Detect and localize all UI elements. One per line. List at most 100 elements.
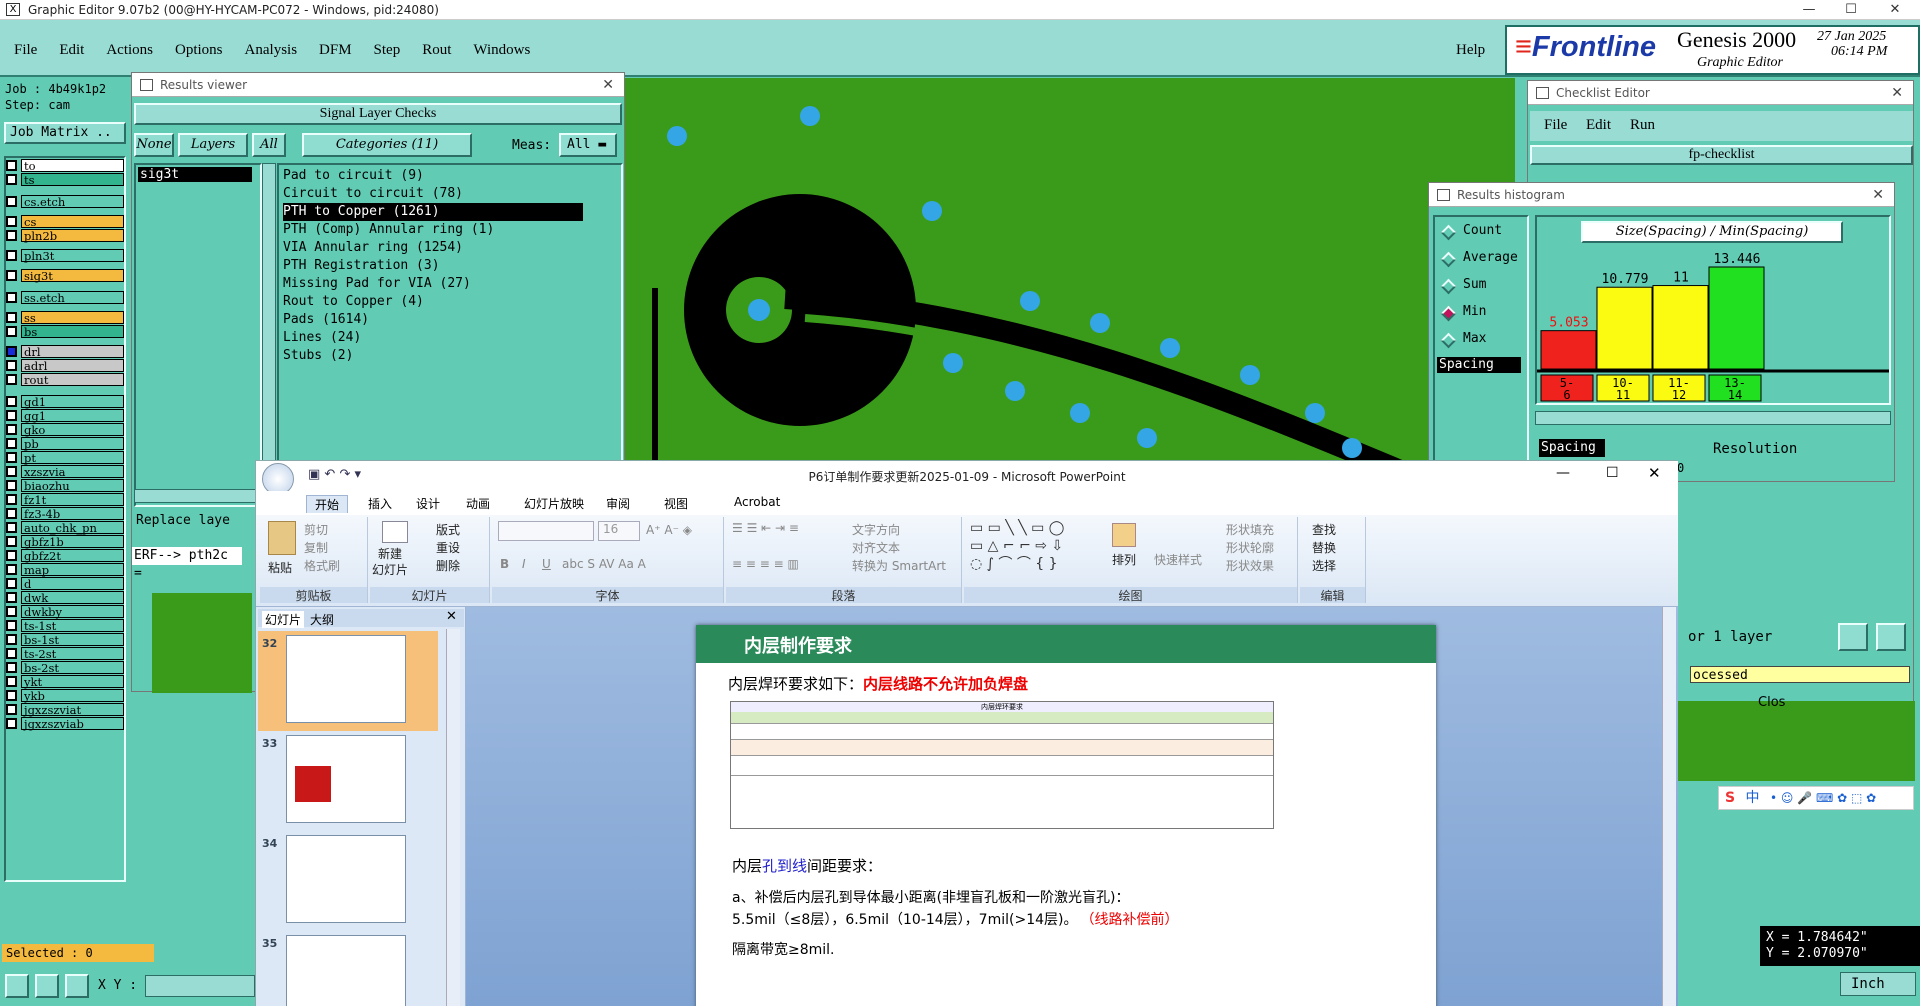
category-listbox[interactable]: Pad to circuit (9) Circuit to circuit (78… xyxy=(277,163,623,507)
shape-outline-button[interactable]: 形状轮廓 xyxy=(1226,539,1274,556)
paste-button[interactable]: 粘贴 xyxy=(268,559,292,576)
layer-checkbox[interactable] xyxy=(6,675,17,687)
layer-row[interactable]: drl xyxy=(6,344,124,358)
format-painter-button[interactable]: 格式刷 xyxy=(304,557,340,574)
shapes-gallery-icon[interactable]: ▭ ▭ ╲ ╲ ▭ ◯ ▭ △ ⌐ ⌐ ⇨ ⇩ ◌ ∫ ⌒ ⌒ { } xyxy=(970,519,1064,573)
layer-row[interactable]: ss xyxy=(6,310,124,324)
all-layers-button[interactable]: All xyxy=(252,133,286,157)
layer-checkbox[interactable] xyxy=(6,423,17,435)
category-item[interactable]: PTH to Copper (1261) xyxy=(283,203,583,221)
close-button[interactable]: ✕ xyxy=(1872,0,1918,20)
menu-help[interactable]: Help xyxy=(1456,42,1485,59)
ppt-tab[interactable]: 幻灯片放映 xyxy=(524,495,584,512)
replace-layer-label[interactable]: Replace laye xyxy=(136,513,230,528)
slide-thumbnail[interactable] xyxy=(286,835,406,923)
layer-checkbox[interactable] xyxy=(6,619,17,631)
histogram-bar[interactable] xyxy=(1652,285,1709,370)
layer-checkbox[interactable] xyxy=(6,479,17,491)
layer-checkbox[interactable] xyxy=(6,465,17,477)
mode-label[interactable]: Average xyxy=(1463,250,1518,265)
layer-checkbox[interactable] xyxy=(6,325,17,337)
align-text-button[interactable]: 对齐文本 xyxy=(852,539,900,556)
arrange-icon[interactable] xyxy=(1112,523,1136,547)
zoom-icon[interactable] xyxy=(5,974,29,998)
layer-checkbox[interactable] xyxy=(6,661,17,673)
layer-listbox[interactable]: sig3t xyxy=(134,163,262,507)
ime-toolbar[interactable]: S 中 • ☺ 🎤 ⌨ ✿ ⬚ ✿ xyxy=(1718,786,1914,810)
layer-row[interactable]: cs.etch xyxy=(6,194,124,208)
mode-radio[interactable] xyxy=(1440,278,1457,295)
ppt-tab[interactable]: 审阅 xyxy=(606,495,630,512)
panel-close-icon[interactable]: ✕ xyxy=(446,609,457,624)
layer-checkbox[interactable] xyxy=(6,229,17,241)
mode-label[interactable]: Min xyxy=(1463,304,1486,319)
slide-thumbnail[interactable] xyxy=(286,735,406,823)
layer-row[interactable]: fz3-4b xyxy=(6,506,124,520)
units-dropdown[interactable]: Inch xyxy=(1840,972,1916,996)
layer-row[interactable]: d xyxy=(6,576,124,590)
layer-checkbox[interactable] xyxy=(6,605,17,617)
smartart-button[interactable]: 转换为 SmartArt xyxy=(852,557,946,574)
ppt-tab[interactable]: 视图 xyxy=(664,495,688,512)
select-button[interactable]: 选择 xyxy=(1312,557,1336,574)
grow-font-icon[interactable]: A⁺ A⁻ ◈ xyxy=(646,523,692,537)
layer-checkbox[interactable] xyxy=(6,159,17,171)
new-slide-label[interactable]: 新建 xyxy=(378,545,402,562)
mode-radio[interactable] xyxy=(1440,224,1457,241)
layer-row[interactable]: gg1 xyxy=(6,408,124,422)
layer-checkbox[interactable] xyxy=(6,437,17,449)
layer-row[interactable]: pln2b xyxy=(6,228,124,242)
layer-select-icon-2[interactable] xyxy=(1876,623,1906,651)
layer-checkbox[interactable] xyxy=(6,591,17,603)
category-item[interactable]: Pad to circuit (9) xyxy=(283,167,583,185)
copy-button[interactable]: 复制 xyxy=(304,539,328,556)
mode-radio[interactable] xyxy=(1440,251,1457,268)
font-size-input[interactable]: 16 xyxy=(598,521,640,541)
menu-options[interactable]: Options xyxy=(175,42,223,59)
layer-row[interactable]: to xyxy=(6,158,124,172)
category-item[interactable]: Lines (24) xyxy=(283,329,583,347)
layer-item-sig3t[interactable]: sig3t xyxy=(138,167,252,182)
sogou-icon[interactable]: S xyxy=(1725,790,1735,806)
ppt-tab[interactable]: 插入 xyxy=(368,495,392,512)
new-slide-icon[interactable] xyxy=(382,521,408,543)
xy-input[interactable] xyxy=(145,975,255,997)
slide-editor[interactable]: 内层制作要求 内层焊环要求如下：内层线路不允许加负焊盘 内层焊环要求 内层孔到线… xyxy=(466,607,1678,1006)
font-name-input[interactable] xyxy=(498,521,594,541)
job-matrix-button[interactable]: Job Matrix .. xyxy=(4,122,126,144)
layer-row[interactable]: rout xyxy=(6,372,124,386)
layer-checkbox[interactable] xyxy=(6,563,17,575)
current-slide[interactable]: 内层制作要求 内层焊环要求如下：内层线路不允许加负焊盘 内层焊环要求 内层孔到线… xyxy=(696,625,1436,1006)
ppt-tab[interactable]: 设计 xyxy=(416,495,440,512)
menu-step[interactable]: Step xyxy=(374,42,401,59)
layer-checkbox[interactable] xyxy=(6,173,17,185)
paste-icon[interactable] xyxy=(268,521,296,555)
mode-radio[interactable] xyxy=(1440,305,1457,322)
spacing-item[interactable]: Spacing xyxy=(1437,357,1521,373)
layer-checkbox[interactable] xyxy=(6,703,17,715)
close-icon[interactable]: ✕ xyxy=(1891,81,1903,105)
histogram-scrollbar[interactable] xyxy=(1535,411,1891,425)
shape-effects-button[interactable]: 形状效果 xyxy=(1226,557,1274,574)
menu-dfm[interactable]: DFM xyxy=(319,42,352,59)
layer-checkbox[interactable] xyxy=(6,359,17,371)
layer-checkbox[interactable] xyxy=(6,195,17,207)
resolution-value[interactable]: 0 xyxy=(1677,461,1684,475)
underline-icon[interactable]: U xyxy=(542,557,551,571)
tab-slides[interactable]: 幻灯片 xyxy=(262,611,305,628)
meas-dropdown[interactable]: All ▬ xyxy=(559,133,617,157)
ppt-tab[interactable]: Acrobat xyxy=(734,495,780,509)
layer-checkbox[interactable] xyxy=(6,689,17,701)
layer-row[interactable]: auto_chk_pn xyxy=(6,520,124,534)
layer-row[interactable]: adrl xyxy=(6,358,124,372)
layers-button[interactable]: Layers xyxy=(178,133,248,157)
layer-row[interactable]: sig3t xyxy=(6,268,124,282)
layer-checkbox[interactable] xyxy=(6,493,17,505)
replace-button[interactable]: 替换 xyxy=(1312,539,1336,556)
layer-checkbox[interactable] xyxy=(6,373,17,385)
category-item[interactable]: VIA Annular ring (1254) xyxy=(283,239,583,257)
ppt-tab[interactable]: 开始 xyxy=(306,495,349,513)
category-item[interactable]: Rout to Copper (4) xyxy=(283,293,583,311)
menu-analysis[interactable]: Analysis xyxy=(245,42,298,59)
category-item[interactable]: Missing Pad for VIA (27) xyxy=(283,275,583,293)
